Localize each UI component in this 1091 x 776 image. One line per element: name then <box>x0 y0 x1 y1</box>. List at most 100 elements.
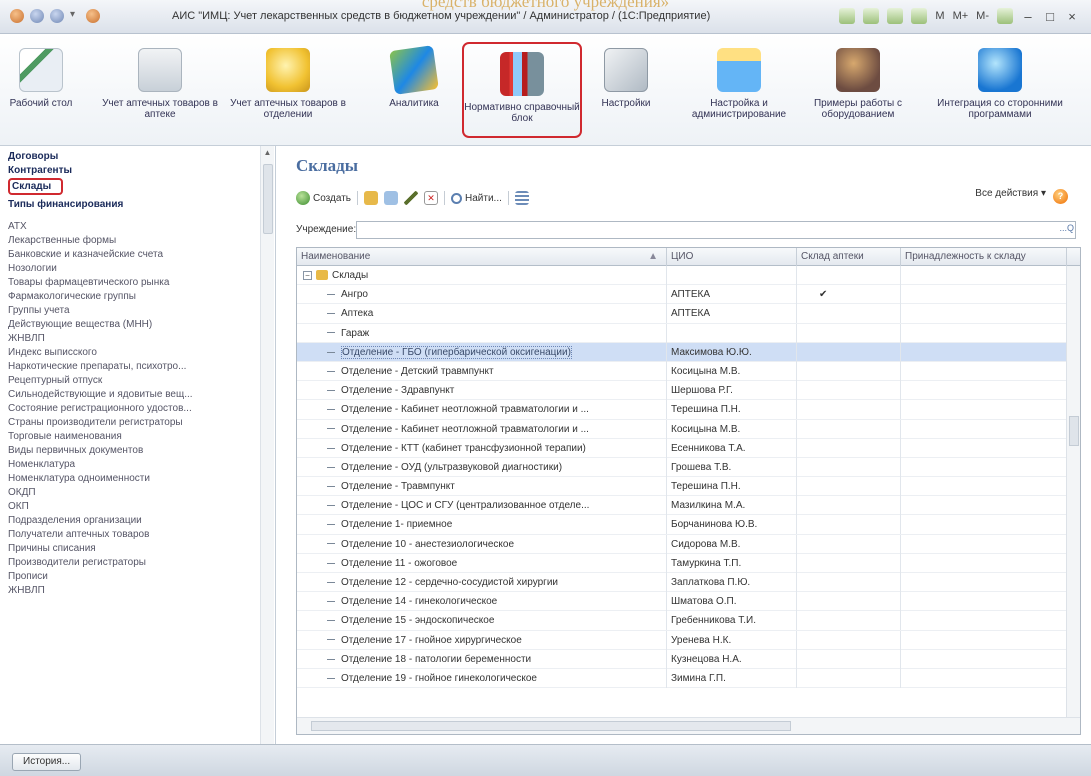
sidebar-scrollbar[interactable]: ▲ <box>260 146 274 744</box>
table-row[interactable]: Отделение - Кабинет неотложной травматол… <box>297 419 1067 439</box>
picker-icon[interactable]: ...Q <box>1059 223 1074 233</box>
new-folder-icon[interactable] <box>364 191 379 205</box>
memory-add-button[interactable]: M+ <box>953 10 969 22</box>
home-icon[interactable] <box>86 9 100 23</box>
table-row[interactable]: Отделение - КТТ (кабинет трансфузионной … <box>297 438 1067 458</box>
history-button[interactable]: История... <box>12 753 82 771</box>
memory-subtract-button[interactable]: M- <box>976 10 989 22</box>
back-icon[interactable] <box>30 9 44 23</box>
calculator-icon[interactable] <box>839 8 856 24</box>
scroll-up-icon[interactable]: ▲ <box>261 146 274 160</box>
nav-item[interactable]: Торговые наименования <box>8 430 258 444</box>
dropdown-icon[interactable]: ▾ <box>70 9 80 23</box>
section-settings[interactable]: Настройки <box>590 40 662 109</box>
nav-item[interactable]: Прописи <box>8 570 258 584</box>
scroll-thumb[interactable] <box>1069 416 1079 446</box>
scroll-thumb[interactable] <box>311 721 791 731</box>
clipboard-icon[interactable] <box>887 8 904 24</box>
info-icon[interactable] <box>997 8 1013 24</box>
nav-item[interactable]: Банковские и казначейские счета <box>8 248 258 262</box>
nav-item[interactable]: Фармакологические группы <box>8 290 258 304</box>
nav-item-contracts[interactable]: Договоры <box>8 150 258 164</box>
table-icon[interactable] <box>911 8 928 24</box>
table-row[interactable]: Отделение 17 - гнойное хирургическое Урен… <box>297 630 1067 650</box>
column-header-name[interactable]: Наименование ▲ <box>297 248 667 266</box>
nav-item-contractors[interactable]: Контрагенты <box>8 164 258 178</box>
scroll-thumb[interactable] <box>263 164 273 234</box>
nav-item[interactable]: Причины списания <box>8 542 258 556</box>
table-horizontal-scrollbar[interactable] <box>297 717 1080 734</box>
table-row[interactable]: Отделение - Кабинет неотложной травматол… <box>297 400 1067 420</box>
table-row[interactable]: Отделение - Травмпункт Терешина П.Н. <box>297 477 1067 497</box>
nav-item[interactable]: Лекарственные формы <box>8 234 258 248</box>
table-row[interactable]: Отделение - ГБО (гипербарической оксиген… <box>297 342 1067 362</box>
nav-item[interactable]: ОКП <box>8 500 258 514</box>
nav-item[interactable]: Рецептурный отпуск <box>8 374 258 388</box>
group-row[interactable]: − Склады <box>297 266 1067 286</box>
nav-item[interactable]: Получатели аптечных товаров <box>8 528 258 542</box>
nav-item[interactable]: Состояние регистрационного удостов... <box>8 402 258 416</box>
table-row[interactable]: Ангро АПТЕКА ✔ <box>297 285 1067 305</box>
nav-item-warehouses[interactable]: Склады <box>8 178 64 195</box>
nav-item[interactable]: Производители регистраторы <box>8 556 258 570</box>
nav-item[interactable]: Группы учета <box>8 304 258 318</box>
column-header-cio[interactable]: ЦИО <box>667 248 797 266</box>
nav-item[interactable]: ЖНВЛП <box>8 584 258 598</box>
forward-icon[interactable] <box>50 9 64 23</box>
table-row[interactable]: Отделение 19 - гнойное гинекологическое З… <box>297 668 1067 689</box>
section-analytics[interactable]: Аналитика <box>374 40 454 109</box>
section-equipment[interactable]: Примеры работы с оборудованием <box>806 40 910 120</box>
hierarchy-icon[interactable] <box>514 191 529 205</box>
section-integration[interactable]: Интеграция со сторонними программами <box>916 40 1084 120</box>
table-row[interactable]: Отделение 12 - сердечно-сосудистой хирур… <box>297 573 1067 593</box>
nav-item[interactable]: Нозологии <box>8 262 258 276</box>
delete-icon[interactable]: ✕ <box>424 191 439 205</box>
institution-input[interactable] <box>356 221 1076 239</box>
table-row[interactable]: Отделение 18 - патологии беременности Куз… <box>297 649 1067 669</box>
table-row[interactable]: Гараж <box>297 323 1067 343</box>
table-row[interactable]: Отделение 11 - ожоговое Тамуркина Т.П. <box>297 553 1067 573</box>
column-header-pharmacy-warehouse[interactable]: Склад аптеки <box>797 248 901 266</box>
nav-item-funding-types[interactable]: Типы финансирования <box>8 198 258 212</box>
table-row[interactable]: Отделение - Здравпункт Шершова Р.Г. <box>297 381 1067 401</box>
memory-button[interactable]: M <box>935 10 944 22</box>
nav-item[interactable]: Виды первичных документов <box>8 444 258 458</box>
collapse-icon[interactable]: − <box>303 270 312 280</box>
section-desktop[interactable]: Рабочий стол <box>6 40 76 109</box>
nav-item[interactable]: Сильнодействующие и ядовитые вещ... <box>8 388 258 402</box>
table-row[interactable]: Отделение 1- приемное Борчанинова Ю.В. <box>297 515 1067 535</box>
nav-item[interactable]: Подразделения организации <box>8 514 258 528</box>
create-button[interactable]: Создать <box>296 191 351 205</box>
maximize-icon[interactable]: □ <box>1043 9 1057 24</box>
calendar-icon[interactable] <box>863 8 880 24</box>
nav-item[interactable]: Наркотические препараты, психотро... <box>8 360 258 374</box>
table-row[interactable]: Отделение 14 - гинекологическое Шматова О… <box>297 592 1067 612</box>
table-row[interactable]: Отделение - Детский травмпункт Косицына М… <box>297 361 1067 382</box>
section-ward[interactable]: Учет аптечных товаров в отделении <box>226 40 350 120</box>
minimize-icon[interactable]: – <box>1021 9 1035 24</box>
all-actions-menu[interactable]: Все действия ▾ <box>975 188 1046 199</box>
table-row[interactable]: Отделение - ОУД (ультразвуковой диагност… <box>297 457 1067 478</box>
table-row[interactable]: Отделение - ЦОС и СГУ (централизованное … <box>297 496 1067 516</box>
column-header-belongs[interactable]: Принадлежность к складу <box>901 248 1067 266</box>
nav-item[interactable]: Товары фармацевтического рынка <box>8 276 258 290</box>
close-icon[interactable]: × <box>1065 9 1079 24</box>
app-menu-icon[interactable] <box>10 9 24 23</box>
find-button[interactable]: Найти... <box>451 192 502 204</box>
table-row[interactable]: Отделение 10 - анестезиологическое Сидоро… <box>297 534 1067 554</box>
copy-icon[interactable] <box>384 191 399 205</box>
edit-icon[interactable] <box>404 191 419 205</box>
table-row[interactable]: Отделение 15 - эндоскопическое Гребеннико… <box>297 611 1067 631</box>
nav-item[interactable]: Номенклатура <box>8 458 258 472</box>
section-pharmacy[interactable]: Учет аптечных товаров в аптеке <box>100 40 220 120</box>
nav-item[interactable]: Действующие вещества (МНН) <box>8 318 258 332</box>
nav-item[interactable]: АТХ <box>8 220 258 234</box>
nav-item[interactable]: Индекс выписского <box>8 346 258 360</box>
nav-item[interactable]: ОКДП <box>8 486 258 500</box>
table-vertical-scrollbar[interactable] <box>1066 266 1080 718</box>
help-icon[interactable]: ? <box>1053 189 1068 204</box>
nav-item[interactable]: ЖНВЛП <box>8 332 258 346</box>
nav-item[interactable]: Страны производители регистраторы <box>8 416 258 430</box>
section-reference[interactable]: Нормативно справочный блок <box>462 42 582 138</box>
table-row[interactable]: Аптека АПТЕКА <box>297 304 1067 324</box>
